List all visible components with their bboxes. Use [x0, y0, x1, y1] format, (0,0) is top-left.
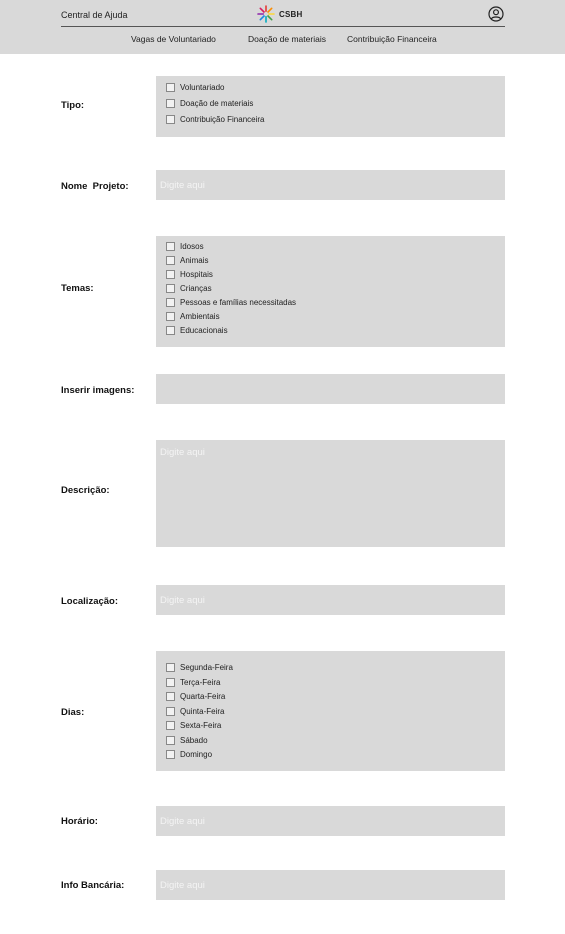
description-textarea[interactable]: Digite aqui [156, 440, 505, 547]
theme-option-families-in-need[interactable]: Pessoas e famílias necessitadas [166, 298, 296, 307]
checkbox[interactable] [166, 706, 175, 716]
nav-financial-contribution[interactable]: Contribuição Financeira [347, 34, 437, 44]
schedule-label: Horário: [61, 816, 98, 827]
type-option-material-donation[interactable]: Doação de materiais [166, 99, 253, 108]
project-name-input[interactable]: Digite aqui [156, 170, 505, 200]
user-profile-icon[interactable] [488, 6, 504, 22]
day-option-monday[interactable]: Segunda-Feira [166, 663, 233, 672]
type-label: Tipo: [61, 100, 85, 111]
theme-option-environmental[interactable]: Ambientais [166, 312, 220, 321]
checkbox[interactable] [166, 284, 175, 293]
checkbox[interactable] [166, 256, 175, 265]
day-option-sunday[interactable]: Domingo [166, 750, 212, 759]
day-option-tuesday[interactable]: Terça-Feira [166, 677, 220, 687]
checkbox[interactable] [166, 750, 175, 759]
day-option-wednesday[interactable]: Quarta-Feira [166, 692, 225, 701]
day-option-thursday[interactable]: Quinta-Feira [166, 706, 224, 716]
checkbox[interactable] [166, 692, 175, 701]
logo[interactable]: CSBH [256, 4, 302, 24]
theme-option-elderly[interactable]: Idosos [166, 242, 204, 251]
checkbox[interactable] [166, 312, 175, 321]
checkbox[interactable] [166, 721, 175, 730]
days-label: Dias: [61, 707, 85, 718]
image-upload-area[interactable] [156, 374, 505, 404]
checkbox[interactable] [166, 677, 175, 687]
theme-option-educational[interactable]: Educacionais [166, 326, 228, 335]
theme-option-animals[interactable]: Animais [166, 256, 208, 265]
checkbox[interactable] [166, 326, 175, 335]
days-options: Segunda-Feira Terça-Feira Quarta-Feira Q… [156, 651, 505, 771]
day-option-friday[interactable]: Sexta-Feira [166, 721, 221, 730]
type-option-financial[interactable]: Contribuição Financeira [166, 115, 265, 124]
schedule-input[interactable]: Digite aqui [156, 806, 505, 836]
type-option-volunteer[interactable]: Voluntariado [166, 83, 224, 92]
bank-info-input[interactable]: Digite aqui [156, 870, 505, 900]
top-header: Central de Ajuda CSBH Vagas de Voluntari… [0, 0, 565, 54]
project-name-label: Nome Projeto: [61, 181, 129, 192]
nav-material-donation[interactable]: Doação de materiais [248, 34, 326, 44]
themes-label: Temas: [61, 283, 94, 294]
insert-images-label: Inserir imagens: [61, 385, 135, 396]
checkbox[interactable] [166, 99, 175, 108]
checkbox[interactable] [166, 735, 175, 745]
location-label: Localização: [61, 596, 119, 607]
theme-option-children[interactable]: Crianças [166, 284, 212, 293]
checkbox[interactable] [166, 242, 175, 251]
logo-text: CSBH [279, 9, 303, 19]
help-center-link[interactable]: Central de Ajuda [61, 10, 128, 20]
type-options: Voluntariado Doação de materiais Contrib… [156, 76, 505, 137]
nav-volunteer-jobs[interactable]: Vagas de Voluntariado [131, 34, 216, 44]
logo-flower-icon [257, 5, 275, 23]
themes-options: Idosos Animais Hospitais Crianças Pessoa… [156, 236, 505, 347]
checkbox[interactable] [166, 115, 175, 124]
checkbox[interactable] [166, 83, 175, 92]
location-input[interactable]: Digite aqui [156, 585, 505, 615]
theme-option-hospitals[interactable]: Hospitais [166, 270, 213, 279]
day-option-saturday[interactable]: Sábado [166, 735, 208, 745]
checkbox[interactable] [166, 270, 175, 279]
description-label: Descrição: [61, 485, 110, 496]
checkbox[interactable] [166, 298, 175, 307]
checkbox[interactable] [166, 663, 175, 672]
header-divider [61, 26, 505, 27]
bank-info-label: Info Bancária: [61, 880, 125, 891]
